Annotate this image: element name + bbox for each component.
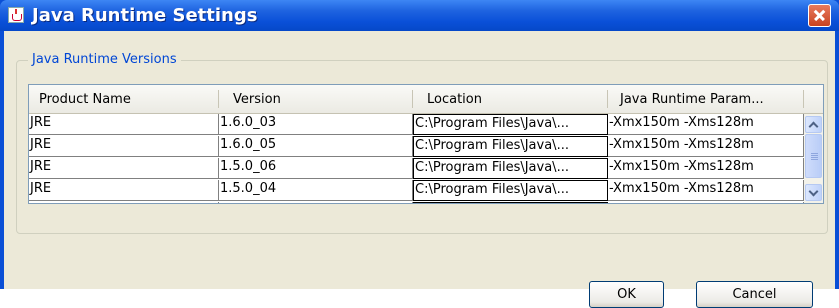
chevron-down-icon — [808, 186, 819, 197]
cell-location[interactable]: C:\Program Files\Java\... — [413, 136, 608, 157]
cell-java-runtime-params[interactable]: -Xmx150m -Xms128m — [608, 136, 804, 157]
cell-version[interactable]: 1.5.0_06 — [219, 158, 413, 179]
java-cup-icon — [8, 7, 24, 23]
cell-location[interactable]: C:\Program Files\Java\... — [413, 114, 608, 135]
dialog-window: Java Runtime Settings Java Runtime Versi… — [0, 0, 839, 308]
cell-product-name[interactable]: JRE — [29, 114, 219, 135]
cell-java-runtime-params[interactable]: -Xmx150m -Xms128m — [608, 158, 804, 179]
column-header-corner — [804, 85, 823, 114]
column-header-product-name[interactable]: Product Name — [29, 85, 219, 114]
cell-product-name[interactable]: JRE — [29, 180, 219, 201]
column-header-location[interactable]: Location — [413, 85, 608, 114]
cell-version[interactable]: 1.6.0_03 — [219, 114, 413, 135]
scroll-down-button[interactable] — [805, 184, 822, 201]
cell-java-runtime-params[interactable]: -Xmx150m -Xms128m — [608, 114, 804, 135]
cell-version[interactable]: 1.5.0_04 — [219, 180, 413, 201]
cell-location[interactable]: C:\Program Files\Java\... — [413, 202, 608, 203]
vertical-scrollbar[interactable] — [804, 114, 823, 203]
cell-product-name[interactable]: JRE — [29, 136, 219, 157]
ok-button[interactable]: OK — [589, 281, 664, 308]
cell-location[interactable]: C:\Program Files\Java\... — [413, 158, 608, 179]
cell-version[interactable]: 1.6.0_05 — [219, 136, 413, 157]
column-header-java-runtime-params[interactable]: Java Runtime Param... — [608, 85, 804, 114]
cell-product-name[interactable]: JRE — [29, 158, 219, 179]
cell-version[interactable]: 1.5.0_02 — [219, 202, 413, 203]
cell-location[interactable]: C:\Program Files\Java\... — [413, 180, 608, 201]
scroll-thumb[interactable] — [805, 134, 822, 178]
cancel-button[interactable]: Cancel — [696, 281, 813, 308]
cell-java-runtime-params[interactable]: -Xmx150m -Xms128m — [608, 202, 804, 203]
title-bar[interactable]: Java Runtime Settings — [0, 0, 839, 31]
dialog-body: Java Runtime Versions Product Name Versi… — [4, 31, 835, 308]
chevron-up-icon — [808, 121, 819, 132]
cell-product-name[interactable]: JRE — [29, 202, 219, 203]
close-button[interactable] — [808, 4, 831, 27]
cell-java-runtime-params[interactable]: -Xmx150m -Xms128m — [608, 180, 804, 201]
window-title: Java Runtime Settings — [32, 5, 258, 26]
column-header-version[interactable]: Version — [219, 85, 413, 114]
scroll-up-button[interactable] — [805, 116, 822, 133]
group-label: Java Runtime Versions — [28, 52, 181, 67]
versions-table[interactable]: Product Name Version Location Java Runti… — [28, 84, 824, 204]
